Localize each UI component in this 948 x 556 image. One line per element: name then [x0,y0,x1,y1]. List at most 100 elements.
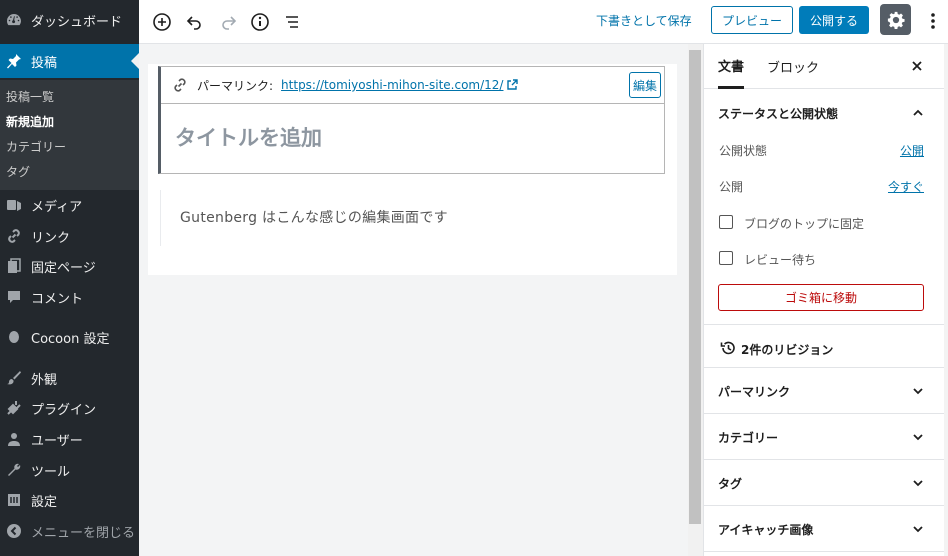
editor-scrollbar[interactable] [688,44,703,556]
menu-settings[interactable]: 設定 [0,486,139,514]
comment-icon [4,287,24,307]
history-icon [719,339,737,357]
collapse-arrow-icon [4,521,24,541]
menu-media-label: メディア [31,199,83,215]
admin-menu: ダッシュボード 投稿 投稿一覧 新規追加 カテゴリー タグ メディア リンク 固… [0,0,139,556]
tab-document[interactable]: 文書 [718,44,745,89]
menu-dashboard[interactable]: ダッシュボード [0,6,139,34]
revisions-link[interactable]: 2件のリビジョン [741,341,833,358]
chevron-down-icon[interactable] [910,383,926,399]
visibility-label: 公開状態 [719,144,768,158]
permalink-url[interactable]: https://tomiyoshi-mihon-site.com/12/ [281,78,503,92]
post-title-input[interactable]: タイトルを追加 [175,122,322,152]
pending-review-label[interactable]: レビュー待ち [744,251,816,268]
menu-comments-label: コメント [31,291,84,307]
save-draft-link[interactable]: 下書きとして保存 [596,12,692,29]
undo-icon[interactable] [183,10,207,34]
post-title-block[interactable]: パーマリンク: https://tomiyoshi-mihon-site.com… [158,66,665,174]
chevron-up-icon[interactable] [910,105,926,121]
editor-toolbar: 下書きとして保存 プレビュー 公開する [139,0,948,44]
chevron-down-icon[interactable] [910,521,926,537]
menu-posts-label: 投稿 [31,55,58,71]
menu-appearance-label: 外観 [31,372,58,388]
dashboard-icon [4,10,24,30]
paragraph-block[interactable]: Gutenberg はこんな感じの編集画面です [180,207,448,227]
submenu-tags[interactable]: タグ [6,163,30,180]
plugin-icon [4,398,24,418]
menu-posts[interactable]: 投稿 [0,44,139,78]
block-navigation-icon[interactable] [280,10,304,34]
menu-settings-label: 設定 [31,494,58,510]
permalink-label: パーマリンク: [197,78,274,93]
menu-tools[interactable]: ツール [0,456,139,484]
paragraph-block-border [160,190,161,246]
menu-comments[interactable]: コメント [0,283,139,311]
menu-cocoon-label: Cocoon 設定 [31,331,110,347]
divider [704,324,948,325]
menu-media[interactable]: メディア [0,191,139,219]
preview-button[interactable]: プレビュー [711,6,793,34]
menu-dashboard-label: ダッシュボード [31,14,123,30]
more-options-icon[interactable] [923,8,943,34]
add-block-icon[interactable] [150,10,174,34]
close-icon[interactable] [907,56,927,76]
menu-plugins[interactable]: プラグイン [0,394,139,422]
menu-plugins-label: プラグイン [31,402,97,418]
paintbrush-icon [4,368,24,388]
redo-icon[interactable] [216,10,240,34]
panel-permalink[interactable]: パーマリンク [718,383,790,400]
info-icon[interactable] [248,10,272,34]
submenu-all-posts[interactable]: 投稿一覧 [6,88,54,105]
sidebar-tabs: 文書 ブロック [704,44,948,89]
publish-button[interactable]: 公開する [799,6,869,34]
editor-content: パーマリンク: https://tomiyoshi-mihon-site.com… [139,44,688,556]
divider [704,413,948,414]
pushpin-icon [4,51,24,71]
user-icon [4,429,24,449]
link-icon [170,75,190,95]
tab-block[interactable]: ブロック [767,44,819,89]
divider [704,505,948,506]
menu-users-label: ユーザー [31,433,83,449]
menu-collapse[interactable]: メニューを閉じる [0,517,139,545]
editor-canvas: パーマリンク: https://tomiyoshi-mihon-site.com… [148,64,677,275]
menu-pages[interactable]: 固定ページ [0,252,139,280]
gear-icon [887,11,905,29]
divider [704,367,948,368]
chevron-down-icon[interactable] [910,429,926,445]
menu-appearance[interactable]: 外観 [0,364,139,392]
editor-scrollbar-thumb[interactable] [689,50,701,524]
settings-sidebar: 文書 ブロック ステータスと公開状態 公開状態 公開 公開 今すぐ ブログのトッ… [703,44,948,556]
settings-toggle-button[interactable] [880,4,911,35]
pending-review-checkbox[interactable] [719,251,733,265]
menu-collapse-label: メニューを閉じる [31,525,136,541]
divider [704,551,948,552]
external-link-icon [506,78,520,92]
publish-label: 公開 [719,180,744,194]
stick-to-top-label[interactable]: ブログのトップに固定 [744,215,864,232]
panel-featured-image[interactable]: アイキャッチ画像 [718,521,813,538]
stick-to-top-checkbox[interactable] [719,215,733,229]
menu-links-label: リンク [31,230,71,246]
panel-tags[interactable]: タグ [718,475,742,492]
move-to-trash-button[interactable]: ゴミ箱に移動 [718,284,924,311]
sidebar-scrollbar[interactable] [944,44,948,556]
menu-pages-label: 固定ページ [31,260,96,276]
menu-links[interactable]: リンク [0,222,139,250]
chevron-down-icon[interactable] [910,475,926,491]
submenu-add-new[interactable]: 新規追加 [6,113,54,130]
menu-tools-label: ツール [31,464,71,480]
visibility-toggle[interactable]: 公開 [900,142,924,159]
permalink-edit-button[interactable]: 編集 [629,72,661,98]
posts-submenu: 投稿一覧 新規追加 カテゴリー タグ [0,80,139,190]
panel-categories[interactable]: カテゴリー [718,429,778,446]
menu-users[interactable]: ユーザー [0,425,139,453]
publish-date-toggle[interactable]: 今すぐ [888,178,924,195]
link-icon [4,226,24,246]
settings-icon [4,490,24,510]
menu-cocoon[interactable]: Cocoon 設定 [0,323,139,351]
divider [704,459,948,460]
submenu-categories[interactable]: カテゴリー [6,138,66,155]
status-panel-title[interactable]: ステータスと公開状態 [718,105,838,122]
wrench-icon [4,460,24,480]
